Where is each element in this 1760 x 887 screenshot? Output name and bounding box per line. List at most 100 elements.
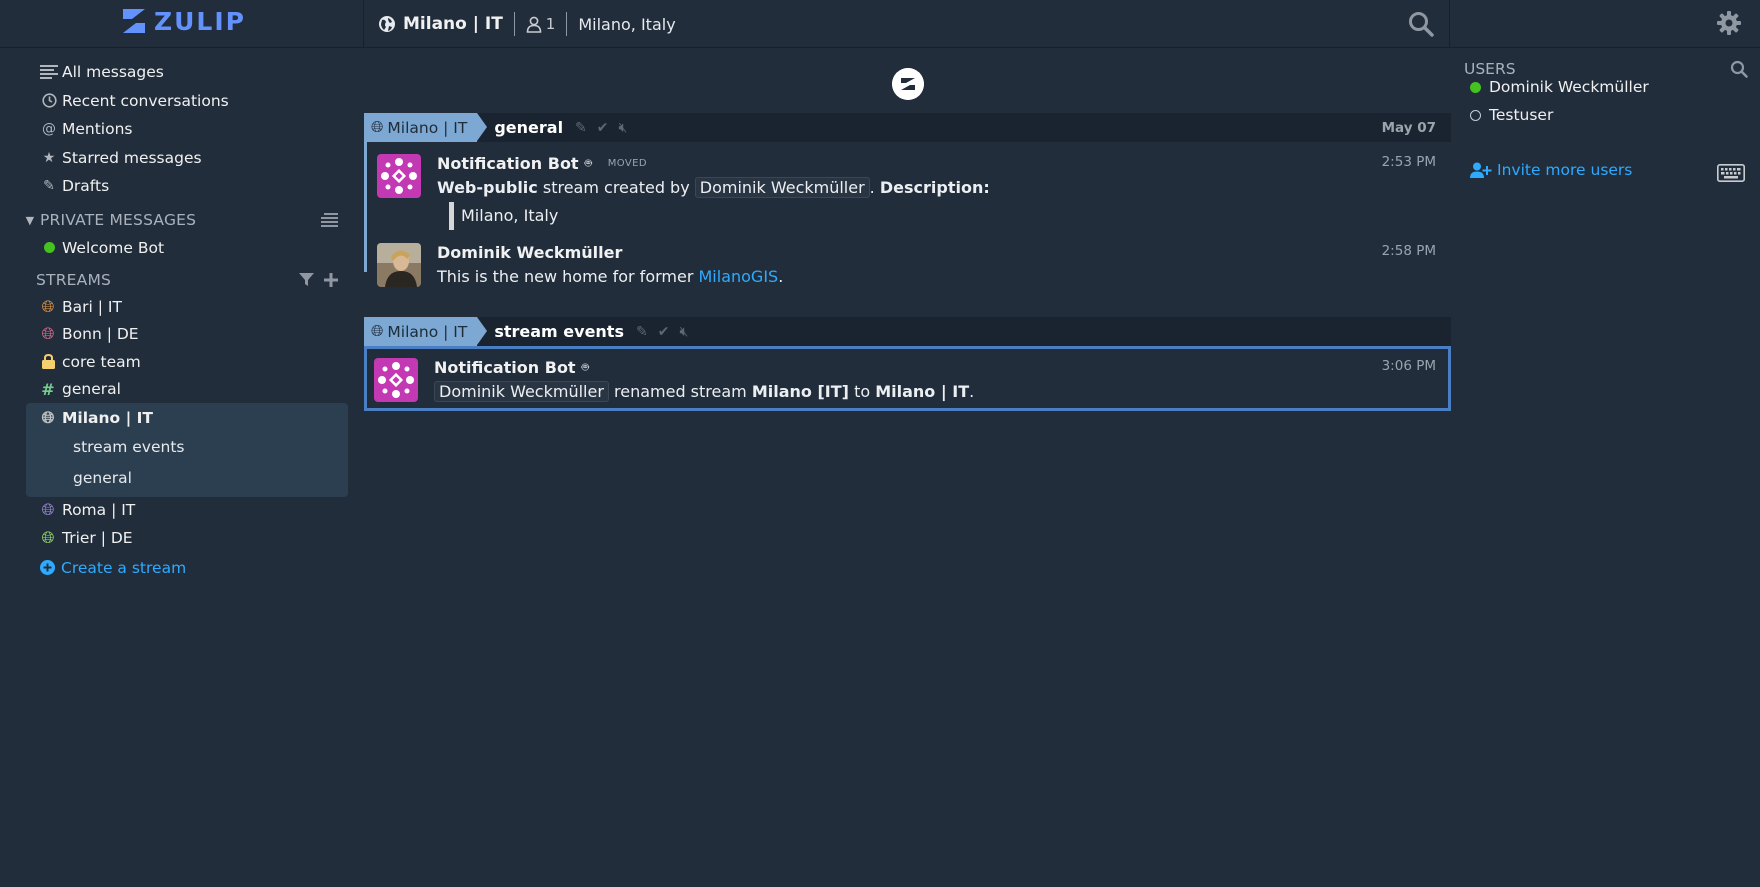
stream-roma[interactable]: 🌐︎ Roma | IT [20, 497, 350, 525]
keyboard-icon[interactable] [1717, 164, 1745, 182]
gear-icon[interactable] [1716, 10, 1742, 36]
user-mention[interactable]: Dominik Weckmüller [694, 177, 870, 198]
left-sidebar: All messages Recent conversations @ Ment… [20, 58, 350, 584]
edit-topic-icon[interactable]: ✎ [575, 120, 587, 136]
globe-icon: 🌐︎ [41, 500, 55, 520]
message-content: Web-public stream created by Dominik Wec… [437, 174, 1441, 230]
at-icon: @ [42, 121, 56, 138]
streams-header[interactable]: STREAMS [20, 266, 350, 293]
pm-label: Welcome Bot [62, 238, 165, 257]
user-mention[interactable]: Dominik Weckmüller [434, 381, 609, 402]
selected-message-group: Notification Bot 🤖︎ 3:06 PM Dominik Weck… [364, 346, 1451, 411]
globe-icon: 🌐︎ [371, 118, 384, 136]
plus-circle-icon [40, 560, 55, 575]
user-search-icon[interactable] [1730, 60, 1748, 78]
clock-icon [40, 93, 58, 108]
topic-label: general [73, 469, 132, 487]
hashtag-icon: # [41, 379, 55, 399]
message-time[interactable]: 2:53 PM [1382, 154, 1436, 170]
recipient-topic[interactable]: general [494, 118, 563, 137]
recipient-topic[interactable]: stream events [494, 322, 624, 341]
pm-welcome-bot[interactable]: Welcome Bot [20, 234, 350, 263]
topic-label: stream events [73, 438, 185, 456]
user-label: Testuser [1489, 106, 1554, 124]
stream-bonn[interactable]: 🌐︎ Bonn | DE [20, 321, 350, 349]
stream-core-team[interactable]: core team [20, 348, 350, 376]
nav-drafts[interactable]: ✎ Drafts [20, 172, 350, 201]
message-content: This is the new home for former MilanoGI… [437, 263, 1441, 291]
stream-label: core team [62, 352, 141, 371]
mute-topic-icon[interactable]: 🔇︎ [619, 120, 628, 136]
topic-stream-events[interactable]: stream events [26, 432, 348, 463]
section-title: STREAMS [36, 270, 112, 289]
avatar[interactable] [377, 154, 421, 198]
nav-starred-messages[interactable]: ★ Starred messages [20, 144, 350, 173]
user-item[interactable]: Testuser [1470, 106, 1553, 124]
search-icon[interactable] [1407, 10, 1435, 38]
invite-users-link[interactable]: Invite more users [1470, 161, 1632, 179]
filter-icon[interactable] [299, 272, 314, 287]
text-bold: Milano [IT] [751, 382, 849, 401]
message-row[interactable]: Dominik Weckmüller 2:58 PM This is the n… [367, 237, 1451, 298]
nav-mentions[interactable]: @ Mentions [20, 115, 350, 144]
message-content: Dominik Weckmüller renamed stream Milano… [434, 378, 1438, 406]
message-sender[interactable]: Notification Bot [437, 154, 579, 173]
resolve-topic-icon[interactable]: ✔ [597, 120, 609, 136]
presence-active-icon [1470, 81, 1481, 93]
globe-icon: 🌐︎ [41, 527, 55, 547]
nav-all-messages[interactable]: All messages [20, 58, 350, 87]
private-messages-header[interactable]: ▼ PRIVATE MESSAGES [20, 207, 350, 234]
recipient-date: May 07 [1381, 119, 1436, 136]
text: This is the new home for former [437, 267, 699, 286]
stream-bari[interactable]: 🌐︎ Bari | IT [20, 293, 350, 321]
globe-icon [379, 16, 395, 32]
stream-label: general [62, 380, 121, 399]
avatar[interactable] [377, 243, 421, 287]
message-sender[interactable]: Notification Bot [434, 358, 576, 377]
nav-label: Starred messages [62, 148, 202, 167]
stream-trier[interactable]: 🌐︎ Trier | DE [20, 524, 350, 552]
text: . [869, 178, 880, 197]
nav-label: Drafts [62, 177, 110, 196]
pencil-icon: ✎ [43, 178, 55, 195]
user-item[interactable]: Dominik Weckmüller [1470, 78, 1649, 96]
zulip-logo[interactable]: ZULIP [120, 6, 246, 36]
zulip-logo-icon [123, 9, 145, 33]
globe-icon: 🌐︎ [41, 324, 55, 344]
text-bold: Description: [879, 178, 990, 197]
user-plus-icon [1470, 162, 1492, 178]
create-stream-link[interactable]: Create a stream [20, 552, 350, 584]
right-sidebar: USERS Dominik Weckmüller Testuser Invite… [1452, 48, 1760, 887]
text: to [848, 382, 876, 401]
message-row[interactable]: Notification Bot 🤖︎ MOVED 2:53 PM Web-pu… [367, 142, 1451, 237]
header-separator [513, 12, 515, 36]
resolve-topic-icon[interactable]: ✔ [658, 324, 670, 340]
compose-list-icon[interactable] [321, 213, 338, 227]
message-view-header: Milano | IT 1 Milano, Italy [363, 0, 1450, 48]
subscriber-count[interactable]: 1 [526, 15, 555, 33]
mute-topic-icon[interactable]: 🔇︎ [679, 324, 688, 340]
stream-milano[interactable]: 🌐︎ Milano | IT [26, 404, 348, 432]
avatar[interactable] [374, 358, 418, 402]
message-row[interactable]: Notification Bot 🤖︎ 3:06 PM Dominik Weck… [367, 349, 1448, 413]
topic-general[interactable]: general [26, 463, 348, 494]
stream-label: Bonn | DE [62, 325, 139, 344]
plus-icon[interactable] [324, 272, 338, 287]
edit-topic-icon[interactable]: ✎ [636, 324, 648, 340]
message-link[interactable]: MilanoGIS [699, 267, 779, 286]
nav-recent-conversations[interactable]: Recent conversations [20, 87, 350, 116]
globe-icon: 🌐︎ [41, 407, 55, 427]
recipient-stream-name: Milano | IT [387, 118, 468, 137]
stream-label: Bari | IT [62, 297, 122, 316]
recipient-stream-tag[interactable]: 🌐︎ Milano | IT [364, 317, 488, 346]
message-time[interactable]: 3:06 PM [1382, 358, 1436, 374]
message-time[interactable]: 2:58 PM [1382, 243, 1436, 259]
header-stream-link[interactable]: Milano | IT [378, 14, 503, 34]
users-title: USERS [1464, 60, 1516, 78]
message-feed: 🌐︎ Milano | IT general ✎ ✔ 🔇︎ May 07 Not… [364, 48, 1451, 887]
stream-general[interactable]: # general [20, 376, 350, 404]
stream-label: Trier | DE [62, 528, 133, 547]
bot-icon: 🤖︎ [584, 155, 592, 170]
recipient-stream-tag[interactable]: 🌐︎ Milano | IT [364, 113, 488, 142]
message-sender[interactable]: Dominik Weckmüller [437, 243, 622, 262]
